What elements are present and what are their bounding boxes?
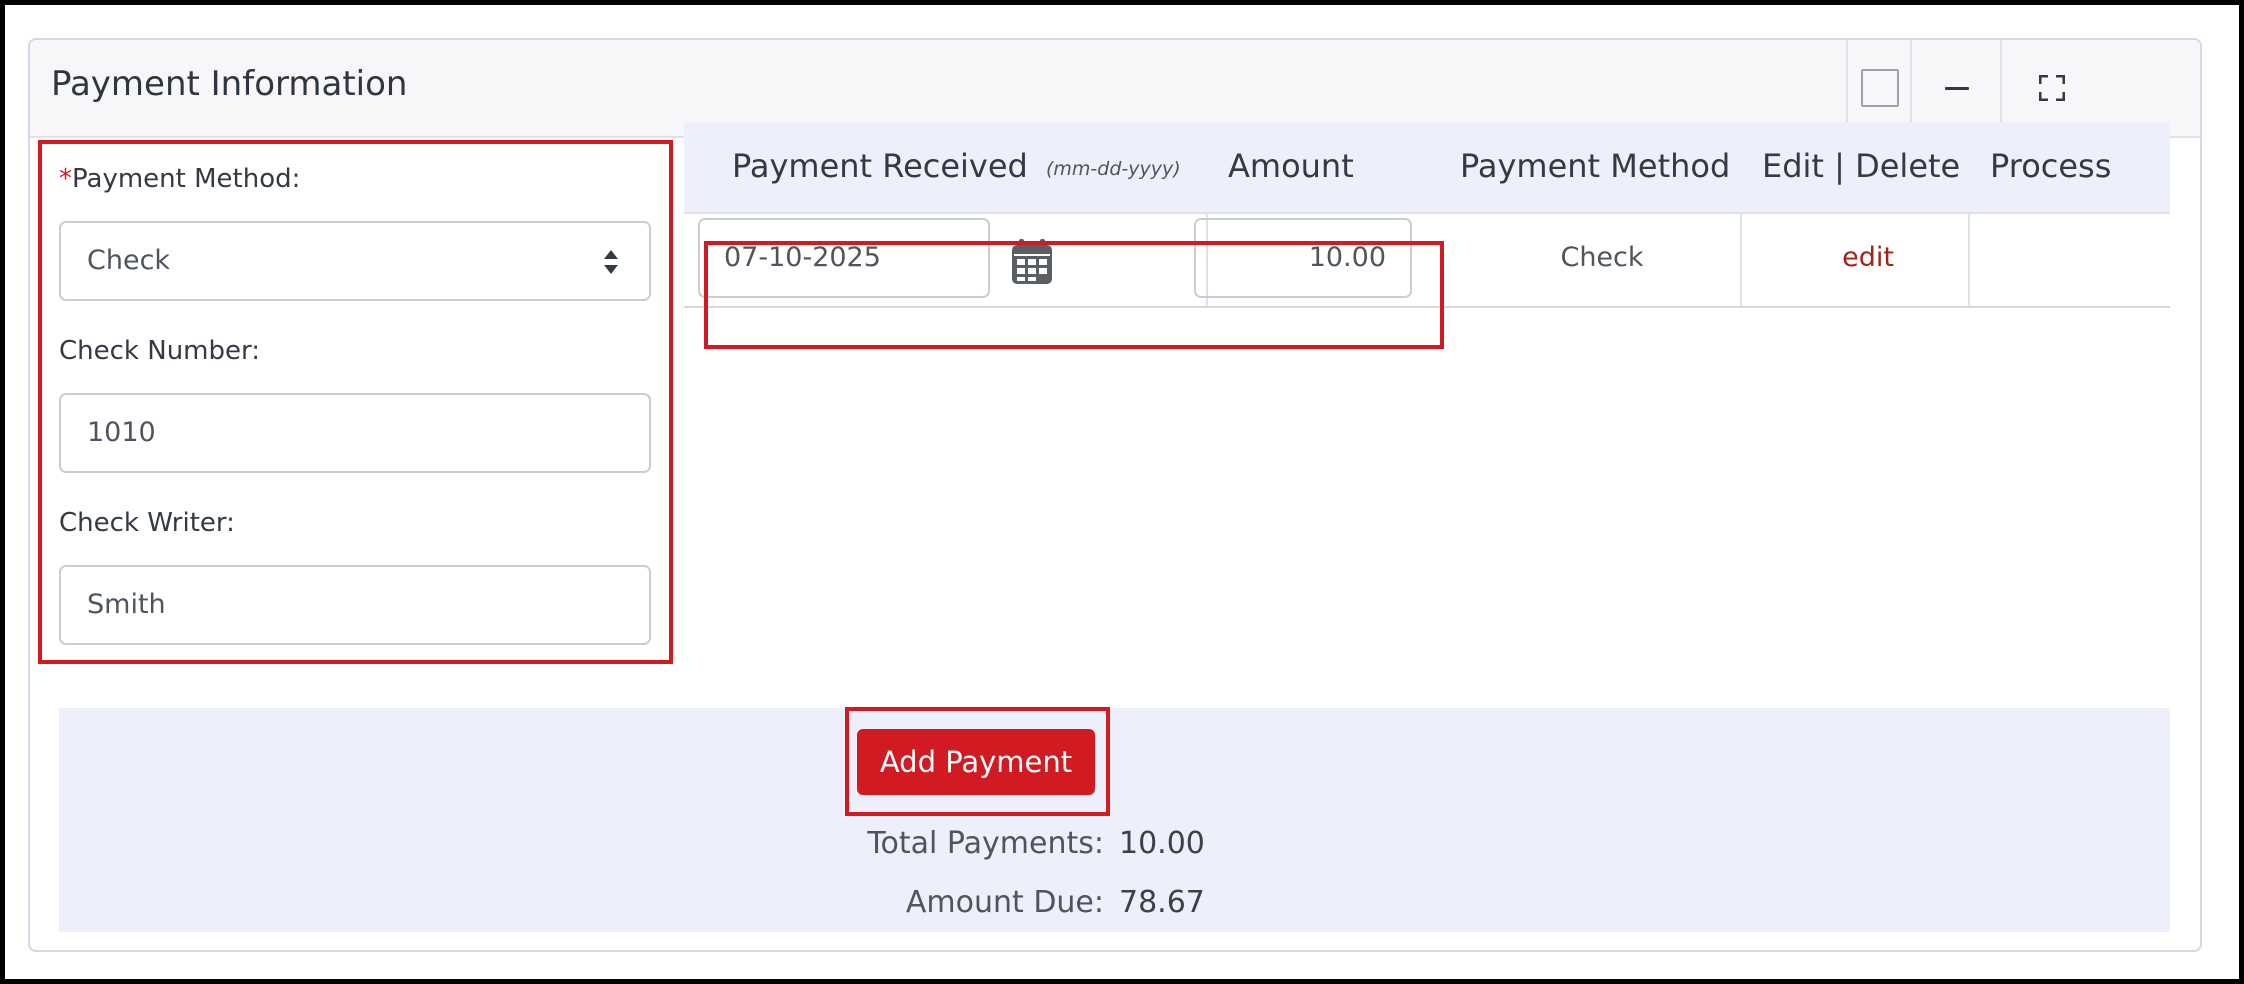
amount-due-value: 78.67 [1119, 885, 1205, 920]
add-payment-highlight-box [845, 707, 1110, 816]
header-payment-method: Payment Method [1460, 147, 1731, 185]
amount-due-label: Amount Due: [905, 885, 1104, 920]
header-payment-received: Payment Received [732, 147, 1028, 185]
payment-method-cell: Check [1560, 242, 1644, 273]
header-amount: Amount [1228, 147, 1354, 185]
edit-link[interactable]: edit [1818, 232, 1918, 284]
checkbox-square-icon [1861, 69, 1899, 107]
total-payments-label: Total Payments: [867, 826, 1104, 861]
form-highlight-box [38, 140, 673, 664]
minimize-icon [1945, 86, 1969, 90]
fullscreen-icon [2039, 75, 2065, 101]
payment-summary-footer [59, 708, 2170, 932]
panel-title: Payment Information [51, 64, 408, 104]
payment-row-highlight-box [704, 241, 1444, 349]
header-date-format: (mm-dd-yyyy) [1046, 158, 1181, 180]
header-process: Process [1990, 147, 2112, 185]
table-header-row: Payment Received (mm-dd-yyyy) Amount Pay… [684, 122, 2170, 214]
header-edit-delete: Edit | Delete [1762, 147, 1961, 185]
total-payments-value: 10.00 [1119, 826, 1205, 861]
